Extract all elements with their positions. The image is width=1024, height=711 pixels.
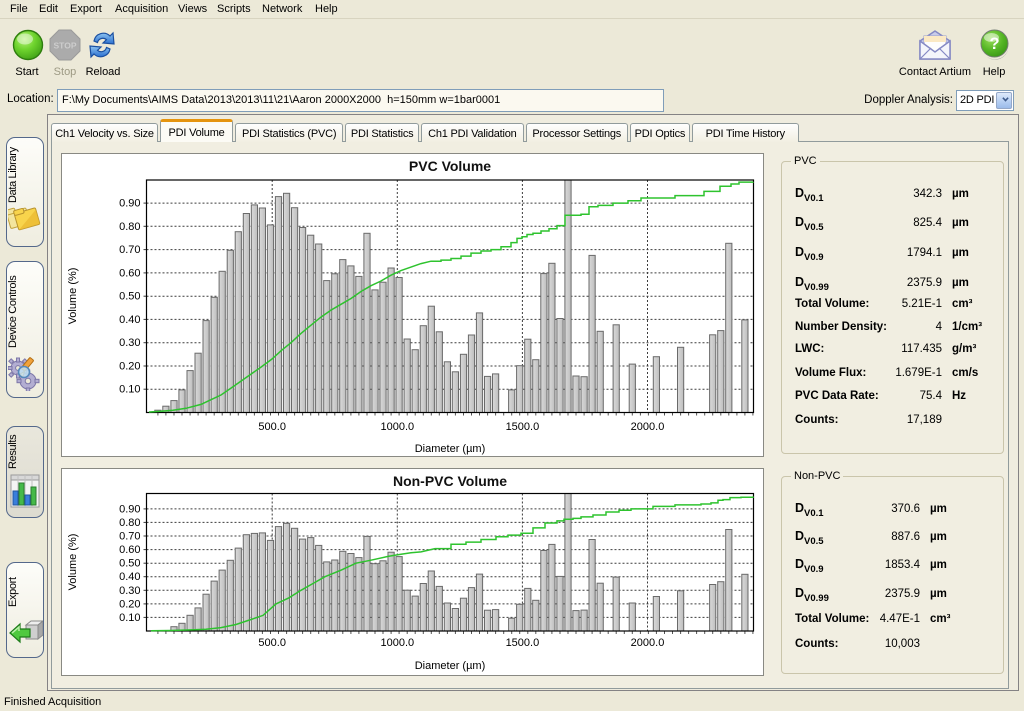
svg-text:0.90: 0.90 <box>119 198 140 210</box>
svg-text:Volume (%): Volume (%) <box>67 268 79 325</box>
svg-text:0.40: 0.40 <box>119 314 140 326</box>
svg-text:0.30: 0.30 <box>119 337 140 349</box>
svg-text:0.70: 0.70 <box>119 244 140 256</box>
svg-text:?: ? <box>989 35 999 53</box>
svg-text:0.20: 0.20 <box>119 361 140 373</box>
svg-text:0.30: 0.30 <box>119 585 140 597</box>
svg-text:0.40: 0.40 <box>119 571 140 583</box>
svg-text:2000.0: 2000.0 <box>631 637 665 649</box>
svg-text:1000.0: 1000.0 <box>380 421 414 433</box>
svg-text:0.80: 0.80 <box>119 221 140 233</box>
svg-text:Diameter (µm): Diameter (µm) <box>415 443 486 455</box>
svg-text:0.50: 0.50 <box>119 291 140 303</box>
svg-text:0.10: 0.10 <box>119 612 140 624</box>
svg-text:0.60: 0.60 <box>119 267 140 279</box>
svg-text:Non-PVC Volume: Non-PVC Volume <box>393 473 507 489</box>
svg-text:0.90: 0.90 <box>119 503 140 515</box>
svg-text:0.20: 0.20 <box>119 598 140 610</box>
svg-text:1500.0: 1500.0 <box>506 421 540 433</box>
svg-text:Volume (%): Volume (%) <box>67 534 79 591</box>
svg-text:Diameter (µm): Diameter (µm) <box>415 660 486 672</box>
svg-text:1500.0: 1500.0 <box>506 637 540 649</box>
svg-text:1000.0: 1000.0 <box>380 637 414 649</box>
svg-text:0.50: 0.50 <box>119 558 140 570</box>
svg-text:0.60: 0.60 <box>119 544 140 556</box>
svg-text:0.10: 0.10 <box>119 384 140 396</box>
svg-text:0.70: 0.70 <box>119 531 140 543</box>
svg-text:0.80: 0.80 <box>119 517 140 529</box>
svg-text:2000.0: 2000.0 <box>631 421 665 433</box>
svg-text:STOP: STOP <box>54 41 77 51</box>
svg-text:500.0: 500.0 <box>258 637 286 649</box>
svg-text:500.0: 500.0 <box>258 421 286 433</box>
svg-text:PVC Volume: PVC Volume <box>409 158 491 174</box>
